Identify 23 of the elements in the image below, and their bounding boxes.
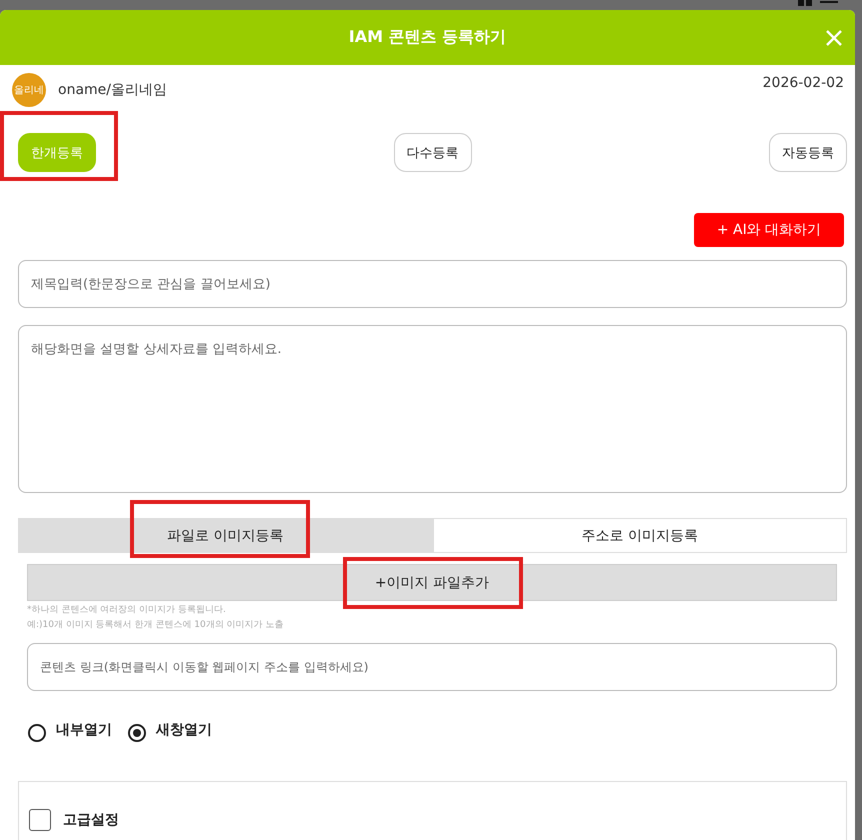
radio-label: 새창열기 bbox=[156, 721, 212, 739]
add-image-file-button[interactable]: +이미지 파일추가 bbox=[27, 564, 837, 601]
avatar: 올리네 bbox=[12, 73, 46, 107]
radio-label: 내부열기 bbox=[56, 721, 112, 739]
help-note: *하나의 콘텐스에 여러장의 이미지가 등록됩니다. bbox=[27, 604, 227, 617]
dialog-title: IAM 콘텐츠 등록하기 bbox=[348, 27, 506, 48]
title-field[interactable]: 제목입력(한문장으로 관심을 끌어보세요) bbox=[18, 260, 847, 308]
image-tab[interactable]: 파일로 이미지등록 bbox=[18, 518, 432, 553]
radio-button[interactable] bbox=[28, 724, 46, 742]
menu-icon[interactable] bbox=[820, 0, 838, 6]
mode-button[interactable]: 다수등록 bbox=[394, 133, 472, 172]
checkbox-label: 고급설정 bbox=[63, 811, 119, 829]
link-field[interactable]: 콘텐츠 링크(화면클릭시 이동할 웹페이지 주소를 입력하세요) bbox=[27, 643, 837, 691]
mode-button[interactable]: 자동등록 bbox=[769, 133, 847, 172]
grid-icon[interactable] bbox=[798, 0, 812, 6]
detail-field[interactable]: 해당화면을 설명할 상세자료를 입력하세요. bbox=[18, 325, 847, 493]
image-tab[interactable]: 주소로 이미지등록 bbox=[432, 518, 847, 553]
author-name: oname/올리네임 bbox=[58, 81, 167, 99]
post-date: 2026-02-02 bbox=[762, 75, 844, 91]
help-note: 예:)10개 이미지 등록해서 한개 콘텐스에 10개의 이미지가 노출 bbox=[27, 619, 284, 632]
radio-button[interactable] bbox=[128, 724, 146, 742]
ai-chat-button[interactable]: + AI와 대화하기 bbox=[694, 213, 844, 247]
checkbox[interactable] bbox=[29, 809, 51, 831]
